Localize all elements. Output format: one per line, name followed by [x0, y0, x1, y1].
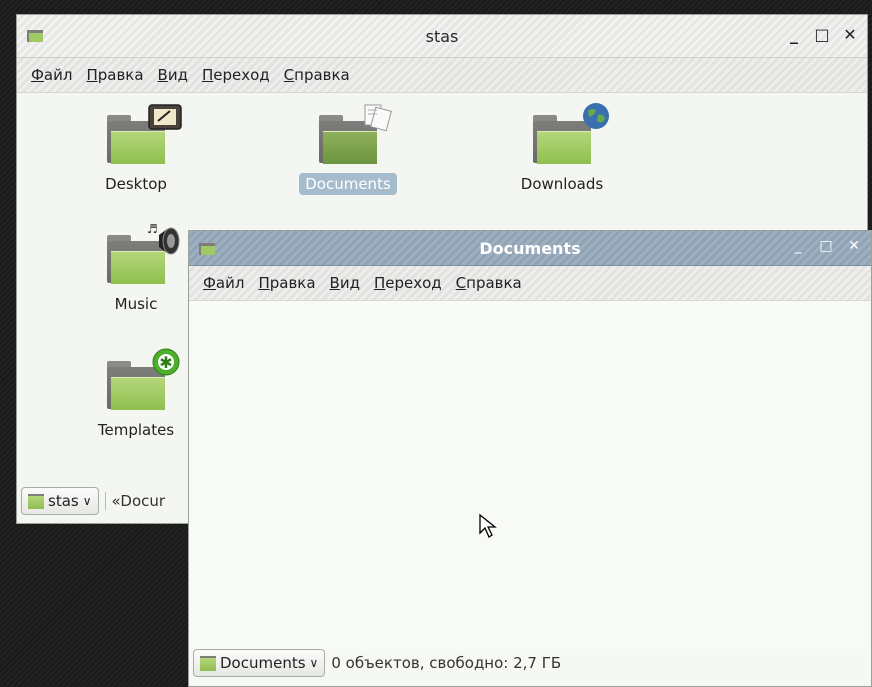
menubar: Файл Правка Вид Переход Справка	[17, 58, 867, 93]
chevron-down-icon: ∨	[82, 494, 92, 508]
menu-help[interactable]: Справка	[284, 66, 350, 84]
minimize-button[interactable]: _	[785, 25, 803, 44]
maximize-button[interactable]: □	[813, 25, 831, 44]
menu-edit[interactable]: Правка	[86, 66, 143, 84]
window-title: Documents	[479, 238, 581, 258]
location-combo[interactable]: Documents ∨	[193, 649, 326, 677]
menu-go[interactable]: Переход	[374, 274, 442, 292]
folder-icon	[28, 493, 44, 509]
menu-go[interactable]: Переход	[202, 66, 270, 84]
folder-documents[interactable]: Documents	[293, 104, 403, 195]
maximize-button[interactable]: □	[817, 238, 835, 254]
menubar: Файл Правка Вид Переход Справка	[189, 266, 871, 301]
folder-music[interactable]: ♬ Music	[81, 222, 191, 315]
folder-icon	[200, 655, 216, 671]
menu-help[interactable]: Справка	[456, 274, 522, 292]
menu-edit[interactable]: Правка	[258, 274, 315, 292]
breadcrumb[interactable]: «Docur	[104, 492, 165, 510]
folder-icon: ✱	[107, 348, 180, 410]
folder-label: Music	[114, 295, 158, 313]
window-documents[interactable]: Documents _ □ ✕ Файл Правка Вид Переход …	[188, 230, 872, 687]
globe-emblem-icon	[583, 103, 609, 129]
minimize-button[interactable]: _	[789, 238, 807, 254]
location-combo-label: Documents	[220, 654, 306, 672]
folder-label: Desktop	[105, 175, 167, 193]
folder-icon	[107, 104, 182, 164]
close-button[interactable]: ✕	[845, 238, 863, 254]
menu-file[interactable]: Файл	[31, 66, 72, 84]
desktop-emblem-icon	[148, 104, 182, 130]
folder-icon	[319, 104, 392, 164]
folder-icon: ♬	[107, 222, 180, 284]
window-titlebar[interactable]: Documents _ □ ✕	[189, 231, 871, 266]
svg-text:♬: ♬	[147, 222, 158, 236]
folder-label: Downloads	[520, 175, 604, 193]
location-combo-label: stas	[48, 492, 79, 510]
close-button[interactable]: ✕	[841, 25, 859, 44]
folder-label: Documents	[299, 173, 397, 195]
documents-emblem-icon	[364, 104, 392, 132]
window-title: stas	[425, 26, 459, 46]
location-bar: stas ∨ «Docur	[21, 487, 165, 515]
file-view[interactable]	[189, 301, 871, 650]
folder-desktop[interactable]: Desktop	[81, 104, 191, 195]
menu-view[interactable]: Вид	[330, 274, 360, 292]
svg-text:✱: ✱	[159, 353, 172, 372]
folder-label: Templates	[97, 421, 175, 439]
star-emblem-icon: ✱	[152, 348, 180, 376]
menu-file[interactable]: Файл	[203, 274, 244, 292]
folder-downloads[interactable]: Downloads	[507, 103, 617, 195]
status-bar: Documents ∨ 0 объектов, свободно: 2,7 ГБ	[193, 649, 561, 677]
folder-templates[interactable]: ✱ Templates	[81, 348, 191, 441]
chevron-down-icon: ∨	[309, 656, 319, 670]
menu-view[interactable]: Вид	[158, 66, 188, 84]
window-titlebar[interactable]: stas _ □ ✕	[17, 15, 867, 58]
status-text: 0 объектов, свободно: 2,7 ГБ	[331, 654, 562, 672]
speaker-emblem-icon: ♬	[147, 222, 180, 255]
mouse-cursor-icon	[479, 513, 497, 538]
location-combo[interactable]: stas ∨	[21, 487, 99, 515]
folder-icon	[533, 103, 609, 164]
